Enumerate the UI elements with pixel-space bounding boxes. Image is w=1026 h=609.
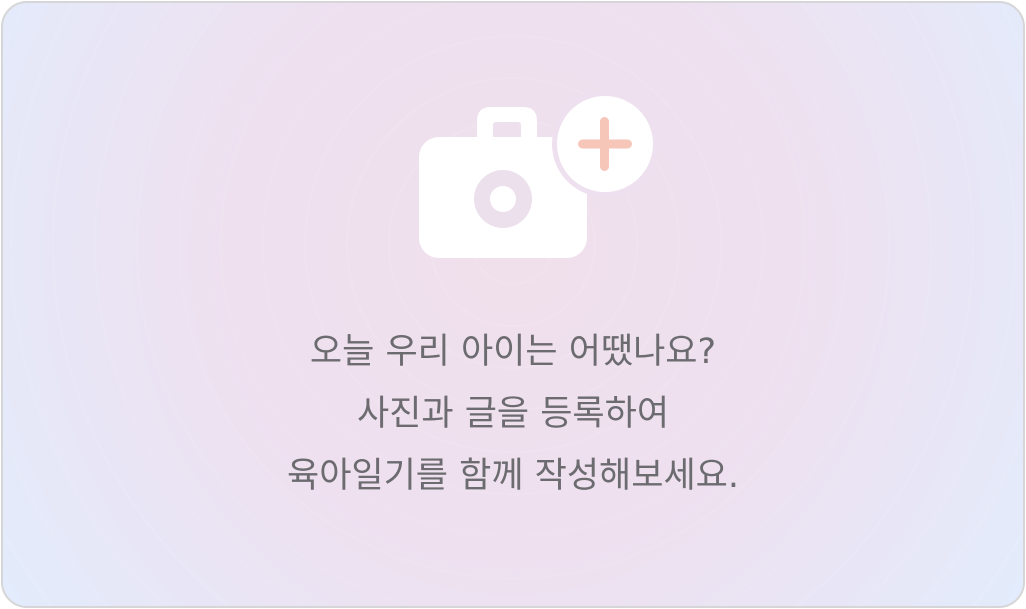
camera-plus-icon[interactable] [417, 91, 659, 261]
diary-upload-card: 오늘 우리 아이는 어땠나요? 사진과 글을 등록하여 육아일기를 함께 작성해… [1, 1, 1025, 608]
prompt-line-1: 오늘 우리 아이는 어땠나요? [309, 332, 717, 372]
photo-upload-area[interactable]: 오늘 우리 아이는 어땠나요? 사진과 글을 등록하여 육아일기를 함께 작성해… [3, 3, 1023, 606]
prompt-line-2: 사진과 글을 등록하여 [356, 394, 670, 434]
upload-prompt-text: 오늘 우리 아이는 어땠나요? 사진과 글을 등록하여 육아일기를 함께 작성해… [3, 321, 1023, 507]
prompt-line-3: 육아일기를 함께 작성해보세요. [287, 456, 739, 496]
